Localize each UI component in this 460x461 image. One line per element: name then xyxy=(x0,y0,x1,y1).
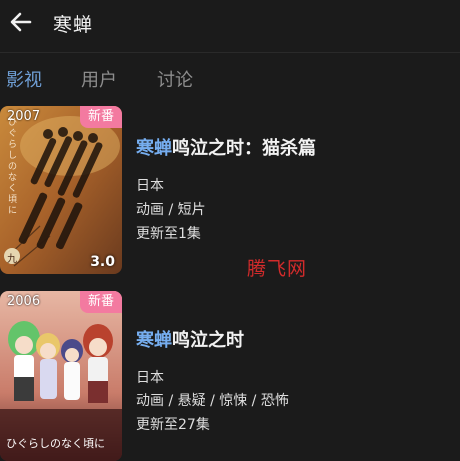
result-title[interactable]: 寒蝉鸣泣之时：猫杀篇 xyxy=(136,134,316,160)
watermark: 腾飞网 xyxy=(247,258,308,280)
new-badge: 新番 xyxy=(80,291,122,313)
poster-title-text: ひぐらしのなく頃に xyxy=(8,118,18,216)
poster-image[interactable]: 2007 新番 九 ひぐらしのなく頃に 3.0 xyxy=(0,106,122,274)
header-divider xyxy=(0,52,460,53)
genre-text: 动画 / 短片 xyxy=(136,202,206,218)
year-label: 2006 xyxy=(7,294,41,309)
title-highlight: 寒蝉 xyxy=(136,138,172,159)
update-status: 更新至27集 xyxy=(136,417,210,433)
poster-seal: 九 xyxy=(7,254,17,265)
tab-users[interactable]: 用户 xyxy=(81,66,117,92)
arrow-left-icon[interactable] xyxy=(8,9,34,35)
rating-score: 3.0 xyxy=(90,254,115,270)
result-title[interactable]: 寒蝉鸣泣之时 xyxy=(136,326,244,352)
region-text: 日本 xyxy=(136,370,164,386)
region-text: 日本 xyxy=(136,178,164,194)
app-header: 寒蝉 xyxy=(0,0,460,48)
page-title: 寒蝉 xyxy=(53,14,94,36)
update-status: 更新至1集 xyxy=(136,226,201,242)
poster-image[interactable]: 2006 新番 ひぐらしのなく頃に xyxy=(0,291,122,461)
tab-movies[interactable]: 影视 xyxy=(6,66,42,92)
title-rest: 鸣泣之时：猫杀篇 xyxy=(172,138,316,159)
tab-bar: 影视 用户 讨论 xyxy=(0,66,460,98)
tab-discussion[interactable]: 讨论 xyxy=(157,66,193,92)
title-highlight: 寒蝉 xyxy=(136,330,172,351)
genre-text: 动画 / 悬疑 / 惊悚 / 恐怖 xyxy=(136,393,289,409)
title-rest: 鸣泣之时 xyxy=(172,330,244,351)
poster-title-text: ひぐらしのなく頃に xyxy=(6,437,105,450)
new-badge: 新番 xyxy=(80,106,122,128)
